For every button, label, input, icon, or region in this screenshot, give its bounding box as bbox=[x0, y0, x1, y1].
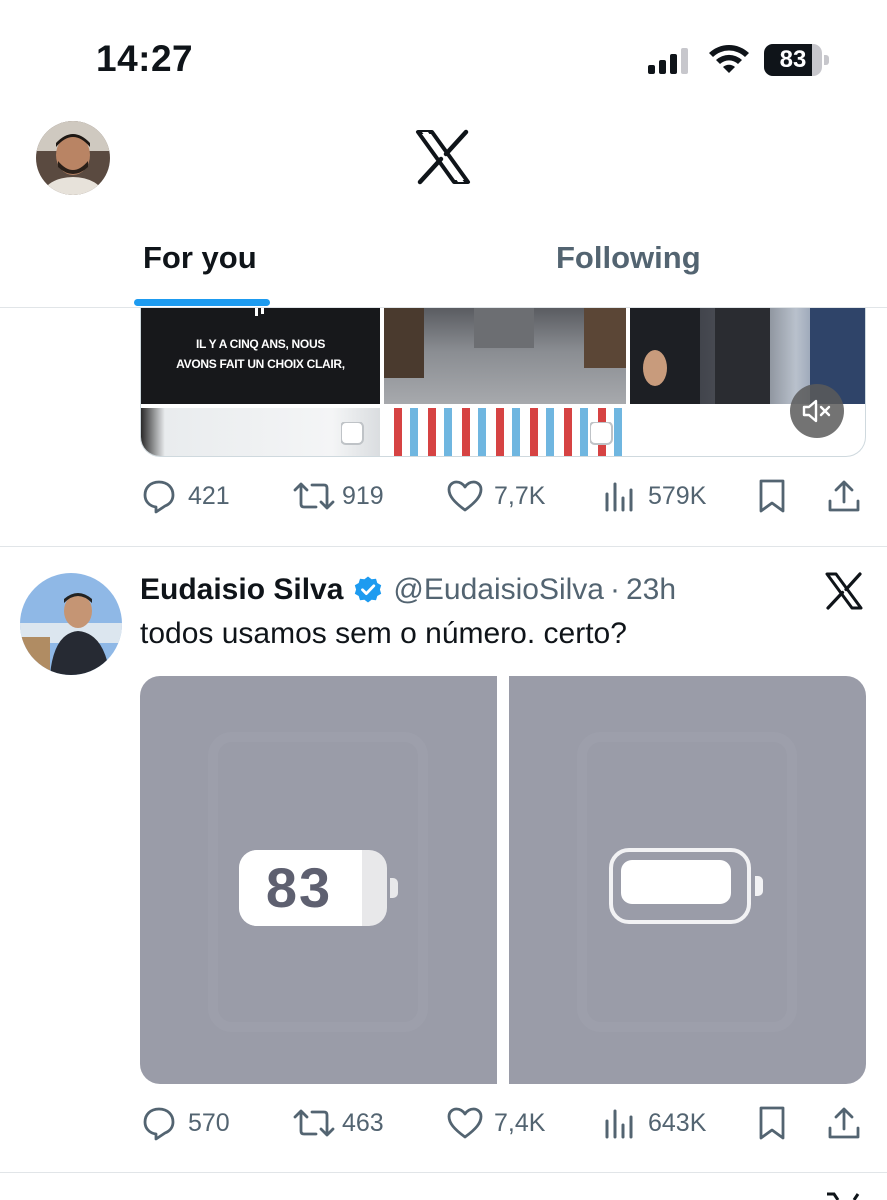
wifi-icon bbox=[709, 45, 749, 73]
tab-for-you[interactable]: For you bbox=[143, 240, 257, 276]
tweet2-header: Eudaisio Silva @EudaisioSilva · 23h bbox=[140, 570, 676, 610]
repost-button[interactable]: 463 bbox=[292, 1103, 384, 1143]
next-tweet-x-logo-icon bbox=[827, 1192, 860, 1200]
repost-button[interactable]: 919 bbox=[292, 476, 384, 516]
reply-button[interactable]: 421 bbox=[140, 476, 230, 516]
battery-without-percentage-cap bbox=[755, 876, 763, 896]
bookmark-button[interactable] bbox=[756, 476, 788, 516]
battery-without-percentage bbox=[609, 848, 769, 926]
share-icon bbox=[828, 1107, 860, 1139]
tweet2-media-right-image[interactable] bbox=[509, 676, 866, 1084]
author-name[interactable]: Eudaisio Silva bbox=[140, 573, 343, 607]
status-bar: 14:27 83 bbox=[0, 0, 887, 110]
reply-button[interactable]: 570 bbox=[140, 1103, 230, 1143]
repost-count: 463 bbox=[342, 1108, 384, 1137]
reply-count: 570 bbox=[188, 1108, 230, 1137]
views-count: 643K bbox=[648, 1108, 707, 1137]
views-count: 579K bbox=[648, 481, 707, 510]
tweet1-media-video-1[interactable]: IL Y A CINQ ANS, NOUS AVONS FAIT UN CHOI… bbox=[141, 308, 380, 404]
tweet-divider bbox=[0, 546, 887, 547]
subtitle-marker bbox=[255, 308, 264, 316]
verified-badge-icon bbox=[355, 576, 382, 603]
battery-without-percentage-fill bbox=[621, 860, 731, 904]
views-button[interactable]: 579K bbox=[602, 476, 706, 516]
header-separator: · bbox=[609, 573, 620, 606]
media-caption-line-2: AVONS FAIT UN CHOIX CLAIR, bbox=[176, 357, 345, 371]
profile-avatar[interactable] bbox=[36, 121, 110, 195]
tweet2-media-left-image[interactable]: 83 bbox=[140, 676, 497, 1084]
heart-icon bbox=[447, 1107, 483, 1139]
like-count: 7,4K bbox=[494, 1108, 546, 1137]
volume-mute-icon bbox=[802, 399, 831, 423]
author-handle[interactable]: @EudaisioSilva bbox=[393, 573, 604, 607]
share-button[interactable] bbox=[826, 1103, 862, 1143]
reply-icon bbox=[143, 480, 175, 514]
status-time: 14:27 bbox=[96, 38, 194, 79]
battery-body: 83 bbox=[764, 44, 822, 76]
profile-avatar-image bbox=[36, 121, 110, 195]
tab-following[interactable]: Following bbox=[556, 240, 701, 276]
tweet2-media[interactable]: 83 bbox=[140, 676, 866, 1084]
battery-with-percentage-body: 83 bbox=[239, 850, 387, 926]
battery-level-text: 83 bbox=[779, 46, 807, 73]
timeline-tabs: For you Following bbox=[0, 220, 887, 308]
tweet2-text: todos usamos sem o número. certo? bbox=[140, 617, 627, 650]
tweet-divider bbox=[0, 1172, 887, 1173]
author-avatar[interactable] bbox=[20, 573, 122, 675]
views-chart-icon bbox=[605, 482, 633, 512]
repost-icon bbox=[293, 482, 335, 510]
hallway-image bbox=[384, 308, 626, 378]
battery-cap bbox=[824, 55, 829, 65]
share-icon bbox=[828, 480, 860, 512]
media-caption-line-1: IL Y A CINQ ANS, NOUS bbox=[195, 337, 326, 351]
tweet2-action-bar: 570 463 7,4K 643K bbox=[0, 1103, 887, 1143]
x-logo-icon[interactable] bbox=[414, 128, 472, 186]
tweet1-media-video-5[interactable] bbox=[384, 408, 626, 456]
repost-count: 919 bbox=[342, 481, 384, 510]
active-tab-indicator bbox=[134, 299, 270, 306]
like-button[interactable]: 7,7K bbox=[446, 476, 545, 516]
share-button[interactable] bbox=[826, 476, 862, 516]
views-button[interactable]: 643K bbox=[602, 1103, 706, 1143]
device-image bbox=[341, 422, 364, 445]
battery-indicator: 83 bbox=[764, 44, 829, 76]
reply-count: 421 bbox=[188, 481, 230, 510]
author-avatar-image bbox=[20, 573, 122, 675]
bookmark-icon bbox=[759, 1106, 785, 1140]
tweet1-media-video-2[interactable] bbox=[384, 308, 626, 404]
tweet1-action-bar: 421 919 7,7K 579K bbox=[0, 476, 887, 516]
tweet1-media-grid[interactable]: IL Y A CINQ ANS, NOUS AVONS FAIT UN CHOI… bbox=[140, 308, 866, 457]
like-button[interactable]: 7,4K bbox=[446, 1103, 545, 1143]
repost-icon bbox=[293, 1109, 335, 1137]
reply-icon bbox=[143, 1107, 175, 1141]
heart-icon bbox=[447, 480, 483, 512]
battery-with-percentage-cap bbox=[390, 878, 398, 898]
post-timestamp[interactable]: 23h bbox=[626, 573, 676, 607]
cellular-signal-icon bbox=[648, 48, 688, 74]
battery-with-percentage: 83 bbox=[239, 850, 399, 928]
mute-button[interactable] bbox=[790, 384, 844, 438]
bookmark-icon bbox=[759, 479, 785, 513]
views-chart-icon bbox=[605, 1109, 633, 1139]
tweet1-media-caption: IL Y A CINQ ANS, NOUS AVONS FAIT UN CHOI… bbox=[141, 334, 380, 374]
bookmark-button[interactable] bbox=[756, 1103, 788, 1143]
battery-with-percentage-label: 83 bbox=[265, 856, 333, 919]
like-count: 7,7K bbox=[494, 481, 546, 510]
tweet1-media-video-4[interactable] bbox=[141, 408, 380, 456]
device-image-2 bbox=[590, 422, 613, 445]
x-logo-icon[interactable] bbox=[824, 571, 864, 611]
